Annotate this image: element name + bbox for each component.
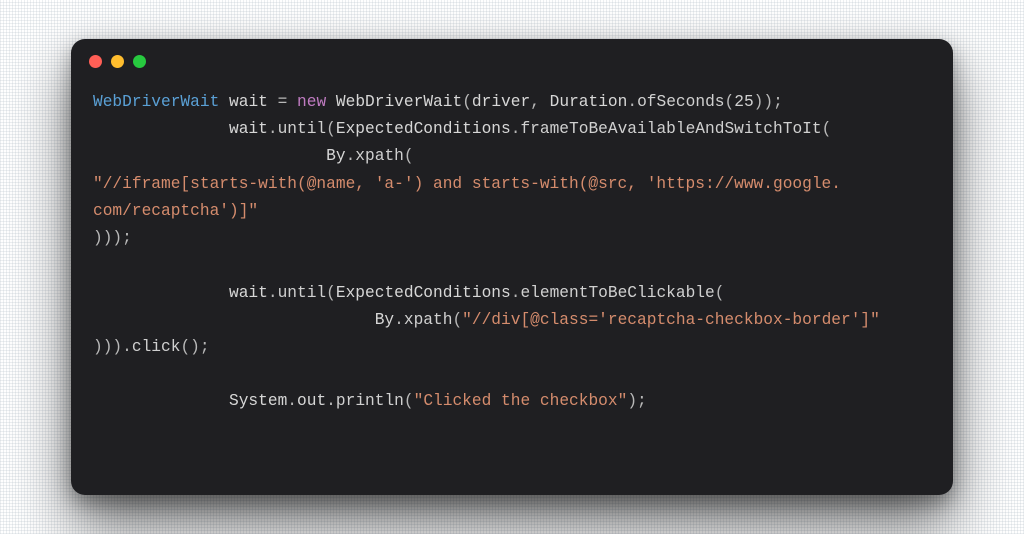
code-line: wait.until(ExpectedConditions.elementToB… [93, 280, 931, 307]
code-token: By [93, 311, 394, 329]
code-token: ( [822, 120, 832, 138]
code-line [93, 252, 931, 279]
code-token: frameToBeAvailableAndSwitchToIt [520, 120, 821, 138]
code-line: ))).click(); [93, 334, 931, 361]
code-token: . [326, 392, 336, 410]
window-titlebar [71, 39, 953, 83]
code-token: "//div[@class='recaptcha-checkbox-border… [462, 311, 880, 329]
code-token: By [93, 147, 346, 165]
code-token: out [297, 392, 326, 410]
minimize-icon[interactable] [111, 55, 124, 68]
code-token: println [336, 392, 404, 410]
code-token: ( [715, 284, 725, 302]
code-token: ( [326, 284, 336, 302]
code-token: , [530, 93, 549, 111]
code-token: ( [404, 147, 414, 165]
code-line: wait.until(ExpectedConditions.frameToBeA… [93, 116, 931, 143]
code-token: ); [627, 392, 646, 410]
code-line: com/recaptcha')]" [93, 198, 931, 225]
code-token: = [278, 93, 297, 111]
code-line: By.xpath("//div[@class='recaptcha-checkb… [93, 307, 931, 334]
code-token: "Clicked the checkbox" [414, 392, 628, 410]
code-token: System [93, 392, 287, 410]
code-line: By.xpath( [93, 143, 931, 170]
code-token: )); [754, 93, 783, 111]
code-token: ( [725, 93, 735, 111]
code-token: . [346, 147, 356, 165]
code-token: click [132, 338, 181, 356]
code-window: WebDriverWait wait = new WebDriverWait(d… [71, 39, 953, 495]
code-token: ))); [93, 229, 132, 247]
code-token: ExpectedConditions [336, 284, 511, 302]
code-token: . [268, 284, 278, 302]
code-token: new [297, 93, 326, 111]
code-token: driver [472, 93, 530, 111]
code-token: ( [462, 93, 472, 111]
code-token: (); [180, 338, 209, 356]
code-token: ExpectedConditions [336, 120, 511, 138]
code-line: "//iframe[starts-with(@name, 'a-') and s… [93, 171, 931, 198]
code-token: 25 [734, 93, 753, 111]
code-line: ))); [93, 225, 931, 252]
code-line: System.out.println("Clicked the checkbox… [93, 388, 931, 415]
code-token: . [268, 120, 278, 138]
code-token: Duration [550, 93, 628, 111]
code-token: WebDriverWait [326, 93, 462, 111]
zoom-icon[interactable] [133, 55, 146, 68]
code-token: . [627, 93, 637, 111]
code-token: "//iframe[starts-with(@name, 'a-') and s… [93, 175, 841, 193]
code-token: ))). [93, 338, 132, 356]
code-token: ( [326, 120, 336, 138]
code-token: ( [452, 311, 462, 329]
code-token: wait [93, 284, 268, 302]
code-token: . [394, 311, 404, 329]
code-token: WebDriverWait [93, 93, 219, 111]
code-token: wait [219, 93, 277, 111]
code-token: . [511, 120, 521, 138]
code-token: . [511, 284, 521, 302]
code-block: WebDriverWait wait = new WebDriverWait(d… [71, 83, 953, 495]
code-token: ofSeconds [637, 93, 724, 111]
code-line [93, 361, 931, 388]
code-token: . [287, 392, 297, 410]
close-icon[interactable] [89, 55, 102, 68]
code-token: ( [404, 392, 414, 410]
code-token: until [278, 120, 327, 138]
code-token: wait [93, 120, 268, 138]
code-token: com/recaptcha')]" [93, 202, 258, 220]
code-line: WebDriverWait wait = new WebDriverWait(d… [93, 89, 931, 116]
code-token: elementToBeClickable [520, 284, 714, 302]
code-token: until [278, 284, 327, 302]
code-token: xpath [355, 147, 404, 165]
code-token: xpath [404, 311, 453, 329]
